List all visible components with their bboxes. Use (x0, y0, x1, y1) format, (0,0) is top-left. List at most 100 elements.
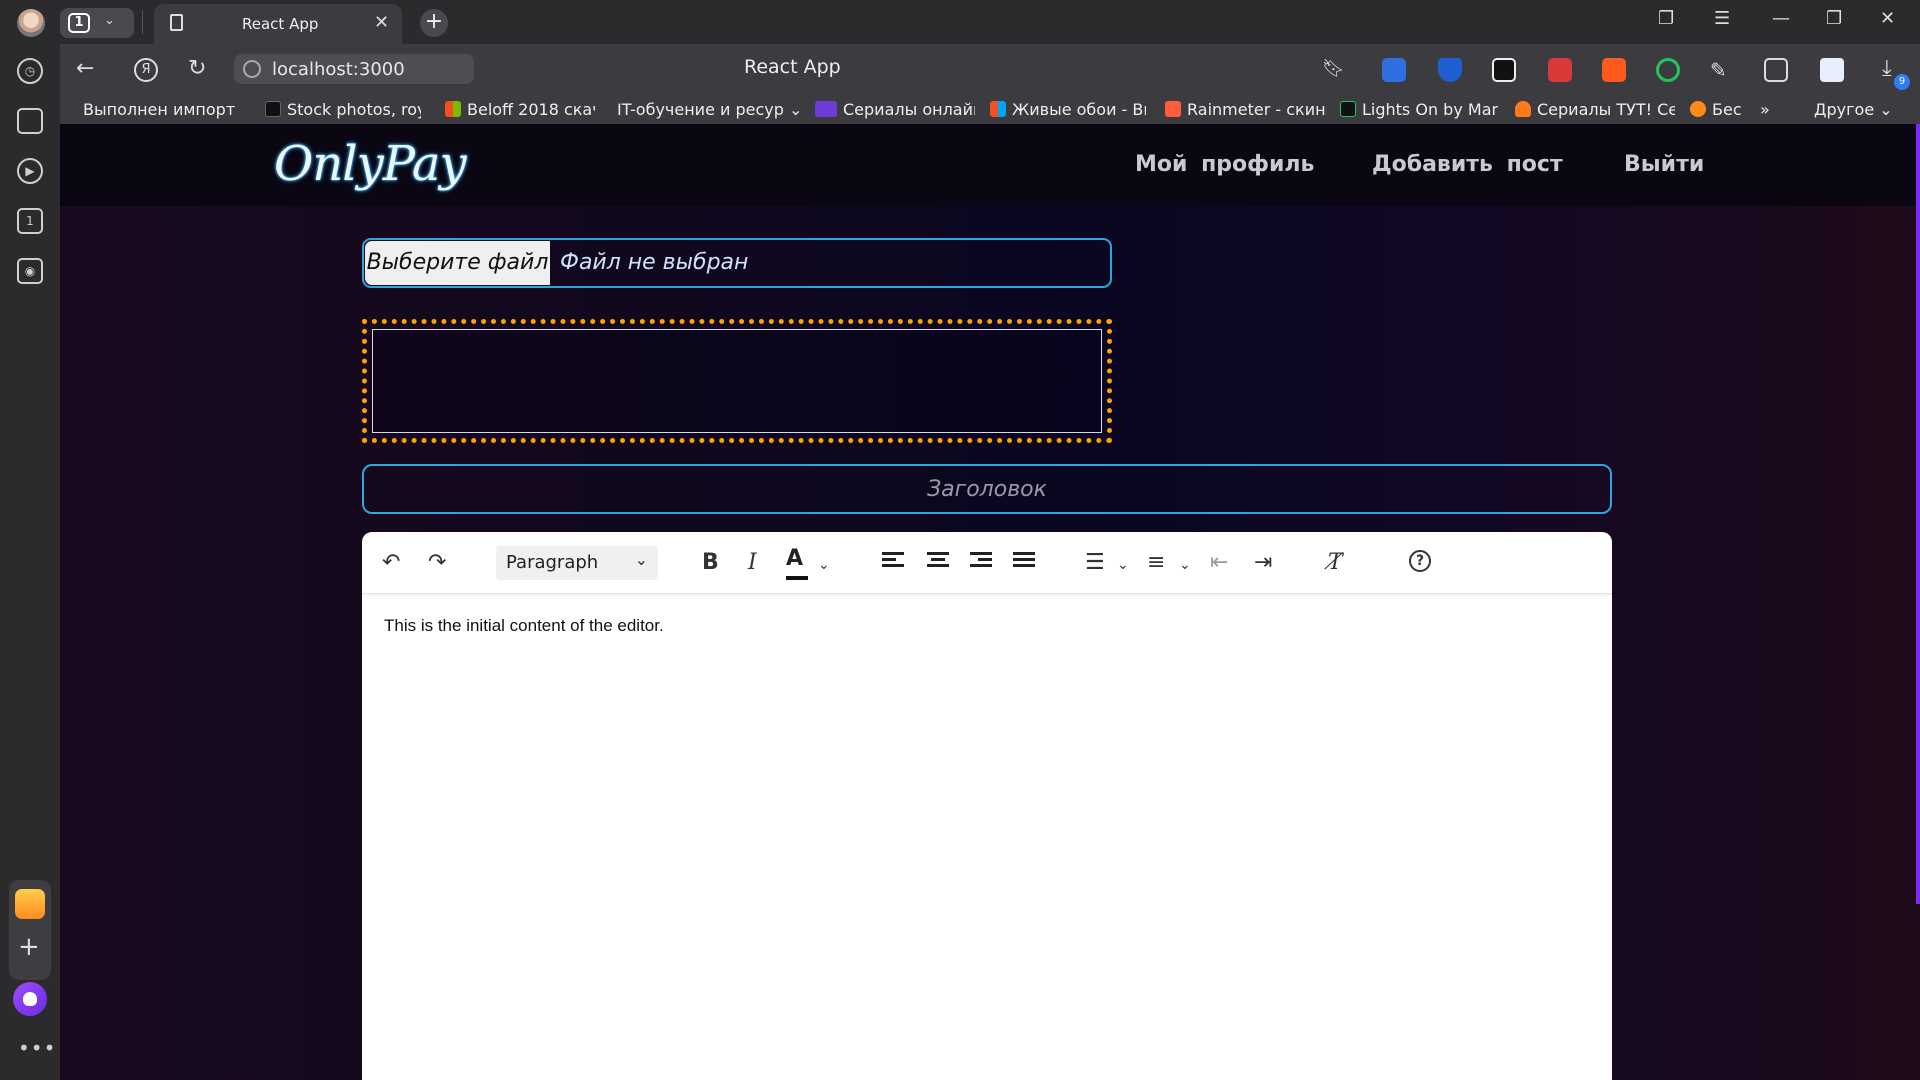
reader-extension-icon[interactable] (1764, 58, 1788, 82)
pipette-extension-icon[interactable]: ✎ (1710, 58, 1734, 82)
page-scrollbar[interactable] (1916, 124, 1920, 904)
bookmark-serials-tut[interactable]: Сериалы ТУТ! Сер (1515, 100, 1675, 119)
choose-file-button[interactable]: Выберите файл (365, 241, 550, 285)
app-logo[interactable]: OnlyPay (274, 136, 467, 192)
more-icon[interactable]: ••• (18, 1036, 56, 1060)
image-preview-frame (372, 329, 1102, 433)
bookmark-folder-it[interactable]: IT-обучение и ресур ⌄ (617, 100, 801, 119)
bookmark-rainmeter[interactable]: Rainmeter - скины (1165, 100, 1327, 119)
text-color-button[interactable]: A (786, 546, 808, 580)
puzzle-extension-icon[interactable] (1548, 58, 1572, 82)
outdent-icon[interactable]: ⇤ (1210, 550, 1228, 576)
document-extension-icon[interactable] (1820, 58, 1844, 82)
align-center-icon[interactable] (927, 552, 949, 572)
url-text: localhost:3000 (272, 59, 405, 80)
document-icon (170, 14, 183, 31)
tab-count: 1 (68, 13, 90, 33)
mail-icon[interactable] (15, 889, 45, 919)
glasses-extension-icon[interactable] (1492, 58, 1516, 82)
clear-formatting-icon[interactable]: T̸ (1328, 550, 1343, 576)
bullet-list-dropdown-icon[interactable]: ⌄ (1117, 552, 1129, 578)
file-upload-input[interactable]: Выберите файл Файл не выбран (362, 238, 1112, 288)
bookmark-label: IT-обучение и ресур (617, 100, 784, 119)
collections-icon[interactable] (17, 108, 43, 134)
tab-counter-button[interactable]: 1 ⌄ (60, 8, 134, 38)
bookmark-folder-imported[interactable]: Выполнен импорт ⌄ (83, 100, 243, 119)
shield-extension-icon[interactable] (1438, 58, 1462, 82)
close-tab-icon[interactable]: ✕ (374, 12, 389, 33)
yandex-icon[interactable]: Я (134, 58, 158, 82)
editor-content[interactable]: This is the initial content of the edito… (384, 616, 664, 636)
bookmark-serials[interactable]: Сериалы онлайн (815, 100, 975, 119)
bookmark-icon[interactable]: 🔖︎ (1322, 58, 1345, 79)
translator-extension-icon[interactable] (1602, 58, 1626, 82)
new-tab-button[interactable]: + (420, 9, 448, 37)
file-status-text: Файл не выбран (560, 250, 749, 275)
translate-extension-icon[interactable] (1382, 58, 1406, 82)
rich-text-editor: ↶ ↷ Paragraph ⌄ B I A ⌄ ☰ ⌄ ≡ ⌄ ⇤ ⇥ T̸ ?… (362, 532, 1612, 1080)
screenshot-icon[interactable]: ◉ (17, 258, 43, 284)
nav-add-post[interactable]: Добавить пост (1372, 152, 1563, 177)
text-color-dropdown-icon[interactable]: ⌄ (818, 552, 830, 578)
site-favicon (1340, 101, 1356, 117)
bookmark-label: Сериалы ТУТ! Сер (1537, 100, 1675, 119)
bookmark-live-wallpapers[interactable]: Живые обои - Bre (990, 100, 1146, 119)
alice-assistant-icon[interactable] (13, 982, 47, 1016)
bookmarks-bar: Выполнен импорт ⌄ Stock photos, roya Bel… (60, 96, 1920, 124)
address-bar: ← Я ↻ localhost:3000 React App 🔖︎ ✎ ⤓ 9 (60, 44, 1920, 96)
tab-title: React App (242, 15, 319, 33)
bullet-list-icon[interactable]: ☰ (1085, 550, 1105, 576)
history-icon[interactable]: ◷ (17, 58, 43, 84)
menu-icon[interactable]: ☰ (1714, 8, 1730, 29)
redo-icon[interactable]: ↷ (428, 550, 446, 576)
bookmark-label: Beloff 2018 скачат (467, 100, 595, 119)
add-panel-icon[interactable]: + (18, 932, 40, 962)
browser-tab[interactable]: React App ✕ (154, 4, 402, 44)
url-field[interactable]: localhost:3000 (234, 54, 474, 84)
target-extension-icon[interactable] (1656, 58, 1680, 82)
bookmark-lights-on[interactable]: Lights On by Manu (1340, 100, 1498, 119)
bookmark-label: Stock photos, roya (287, 100, 421, 119)
block-format-select[interactable]: Paragraph ⌄ (496, 546, 658, 580)
numbered-list-icon[interactable]: ≡ (1147, 550, 1165, 576)
numbered-list-dropdown-icon[interactable]: ⌄ (1179, 552, 1191, 578)
nav-my-profile[interactable]: Мой профиль (1135, 152, 1314, 177)
site-favicon (1515, 101, 1531, 117)
profile-avatar[interactable] (17, 9, 45, 37)
bookmark-label: Выполнен импорт (83, 100, 236, 119)
bookmark-beloff[interactable]: Beloff 2018 скачат (445, 100, 595, 119)
site-favicon (1690, 101, 1706, 117)
tab-count-icon[interactable]: 1 (17, 208, 43, 234)
indent-icon[interactable]: ⇥ (1254, 550, 1272, 576)
align-right-icon[interactable] (970, 552, 992, 572)
justify-icon[interactable] (1013, 552, 1035, 572)
italic-icon[interactable]: I (748, 550, 757, 576)
editor-toolbar: ↶ ↷ Paragraph ⌄ B I A ⌄ ☰ ⌄ ≡ ⌄ ⇤ ⇥ T̸ ? (362, 532, 1612, 594)
bookmark-label: Rainmeter - скины (1187, 100, 1327, 119)
tabs-panel-icon[interactable]: ❐ (1658, 8, 1674, 29)
bookmark-stock-photos[interactable]: Stock photos, roya (265, 100, 421, 119)
site-favicon (445, 101, 461, 117)
site-favicon (815, 101, 837, 117)
reload-icon[interactable]: ↻ (188, 56, 206, 81)
post-title-input[interactable] (362, 464, 1612, 514)
back-arrow-icon[interactable]: ← (76, 56, 94, 81)
minimize-icon[interactable]: — (1772, 8, 1790, 29)
bookmarks-overflow-icon[interactable]: » (1760, 100, 1770, 119)
bookmark-folder-other[interactable]: Другое ⌄ (1814, 100, 1893, 119)
site-info-icon[interactable] (243, 60, 261, 78)
browser-sidebar: ◷ ▶ 1 ◉ + ••• (0, 44, 60, 1080)
play-icon[interactable]: ▶ (17, 158, 43, 184)
downloads-icon[interactable]: ⤓ (1882, 56, 1892, 81)
help-icon[interactable]: ? (1409, 550, 1431, 572)
nav-logout[interactable]: Выйти (1624, 152, 1704, 177)
restore-icon[interactable]: ❐ (1826, 8, 1842, 29)
undo-icon[interactable]: ↶ (382, 550, 400, 576)
bold-icon[interactable]: B (702, 550, 719, 576)
site-favicon (1165, 101, 1181, 117)
browser-tabbar: 1 ⌄ React App ✕ + ❐ ☰ — ❐ ✕ (0, 0, 1920, 44)
close-window-icon[interactable]: ✕ (1880, 8, 1895, 29)
align-left-icon[interactable] (882, 552, 904, 572)
page-title: React App (744, 56, 841, 78)
bookmark-bes[interactable]: Бес (1690, 100, 1760, 119)
